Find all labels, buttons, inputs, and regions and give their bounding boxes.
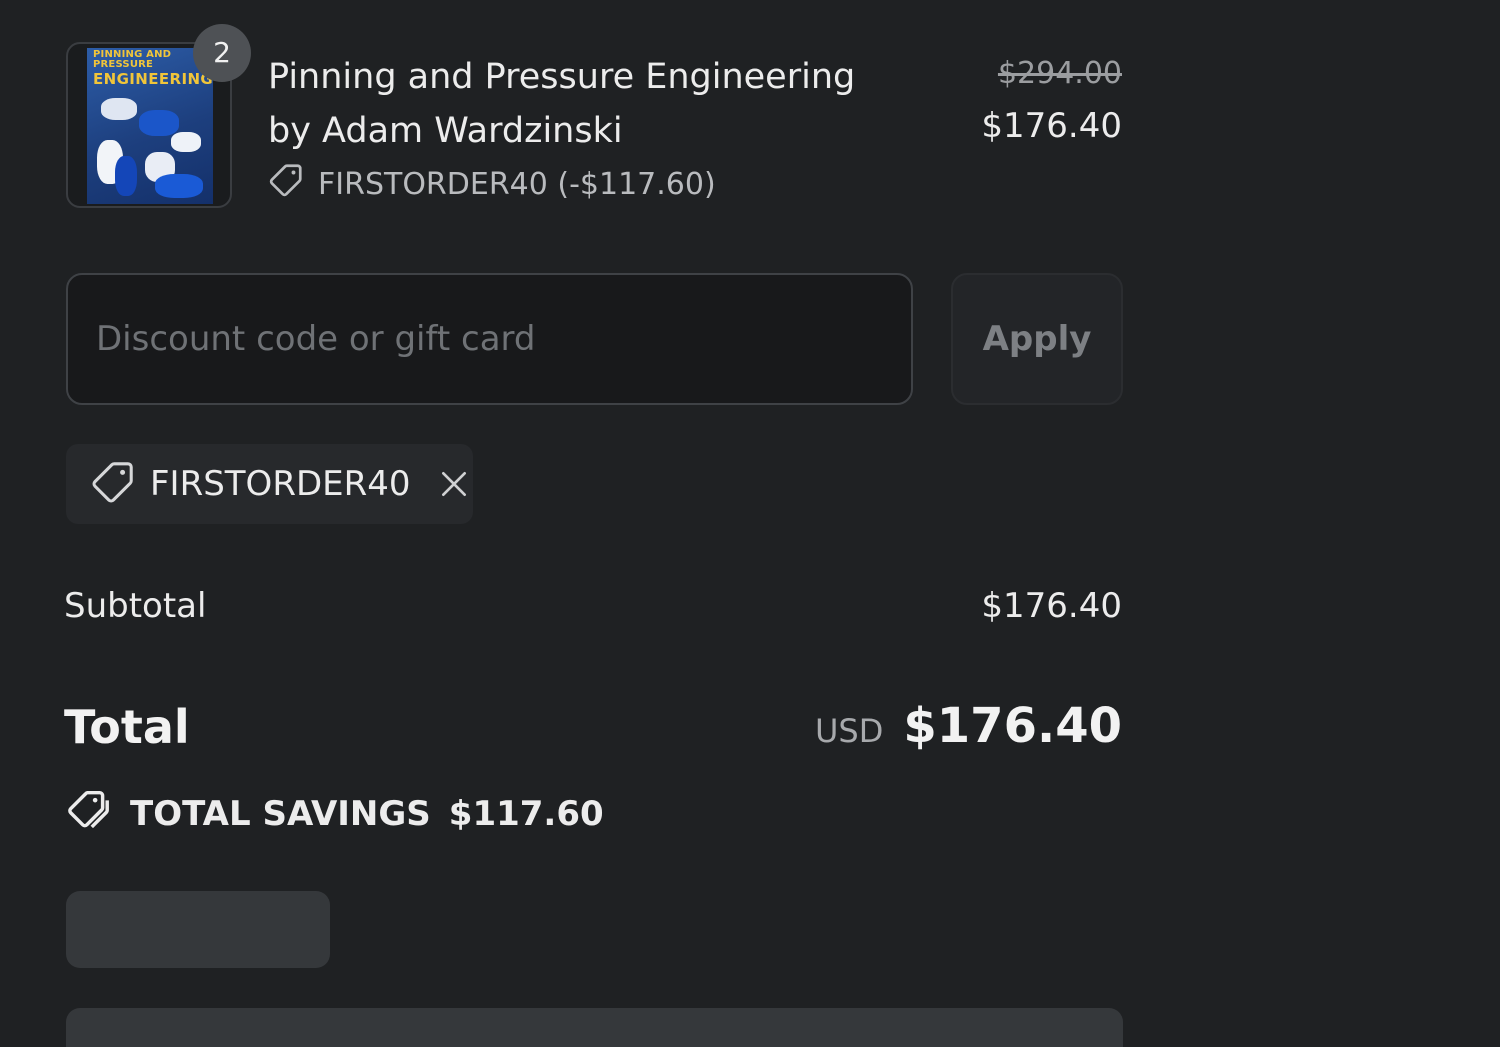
total-value: $176.40 [903,698,1122,754]
line-item-discount: FIRSTORDER40 (-$117.60) [268,162,716,206]
close-icon[interactable] [437,467,471,501]
cover-figure [115,156,137,196]
cover-figure [171,132,201,152]
total-amount: USD $176.40 [815,698,1122,754]
loading-skeleton [66,1008,1123,1047]
cover-figure [155,174,203,198]
quantity-badge: 2 [193,24,251,82]
total-savings-label: TOTAL SAVINGS [130,793,431,834]
cover-title-line1: PINNING AND PRESSURE [93,49,172,70]
cover-figure [101,98,137,120]
subtotal-label: Subtotal [64,586,207,626]
product-cover-image: PINNING AND PRESSURE ENGINEERING [87,48,213,204]
tags-icon [66,786,112,841]
tag-icon [90,459,136,509]
applied-discount-chip: FIRSTORDER40 [66,444,473,524]
product-name: Pinning and Pressure Engineering by Adam… [268,57,856,151]
tag-icon [268,162,304,206]
order-summary: PINNING AND PRESSURE ENGINEERING 2 Pinni… [0,0,1500,1047]
subtotal-value: $176.40 [981,586,1122,626]
total-savings: TOTAL SAVINGS $117.60 [66,786,604,841]
cover-figure [139,110,179,136]
total-label: Total [64,700,190,754]
cover-title: PINNING AND PRESSURE ENGINEERING [93,49,213,88]
total-currency: USD [815,712,884,750]
line-item-discount-label: FIRSTORDER40 (-$117.60) [318,166,716,202]
price-final: $176.40 [981,106,1122,146]
price-original: $294.00 [997,56,1122,91]
apply-button[interactable]: Apply [951,273,1123,405]
total-savings-value: $117.60 [448,793,604,834]
cover-title-line2: ENGINEERING [93,70,213,88]
loading-skeleton [66,891,330,968]
applied-discount-code: FIRSTORDER40 [150,464,411,504]
discount-code-input[interactable] [66,273,913,405]
